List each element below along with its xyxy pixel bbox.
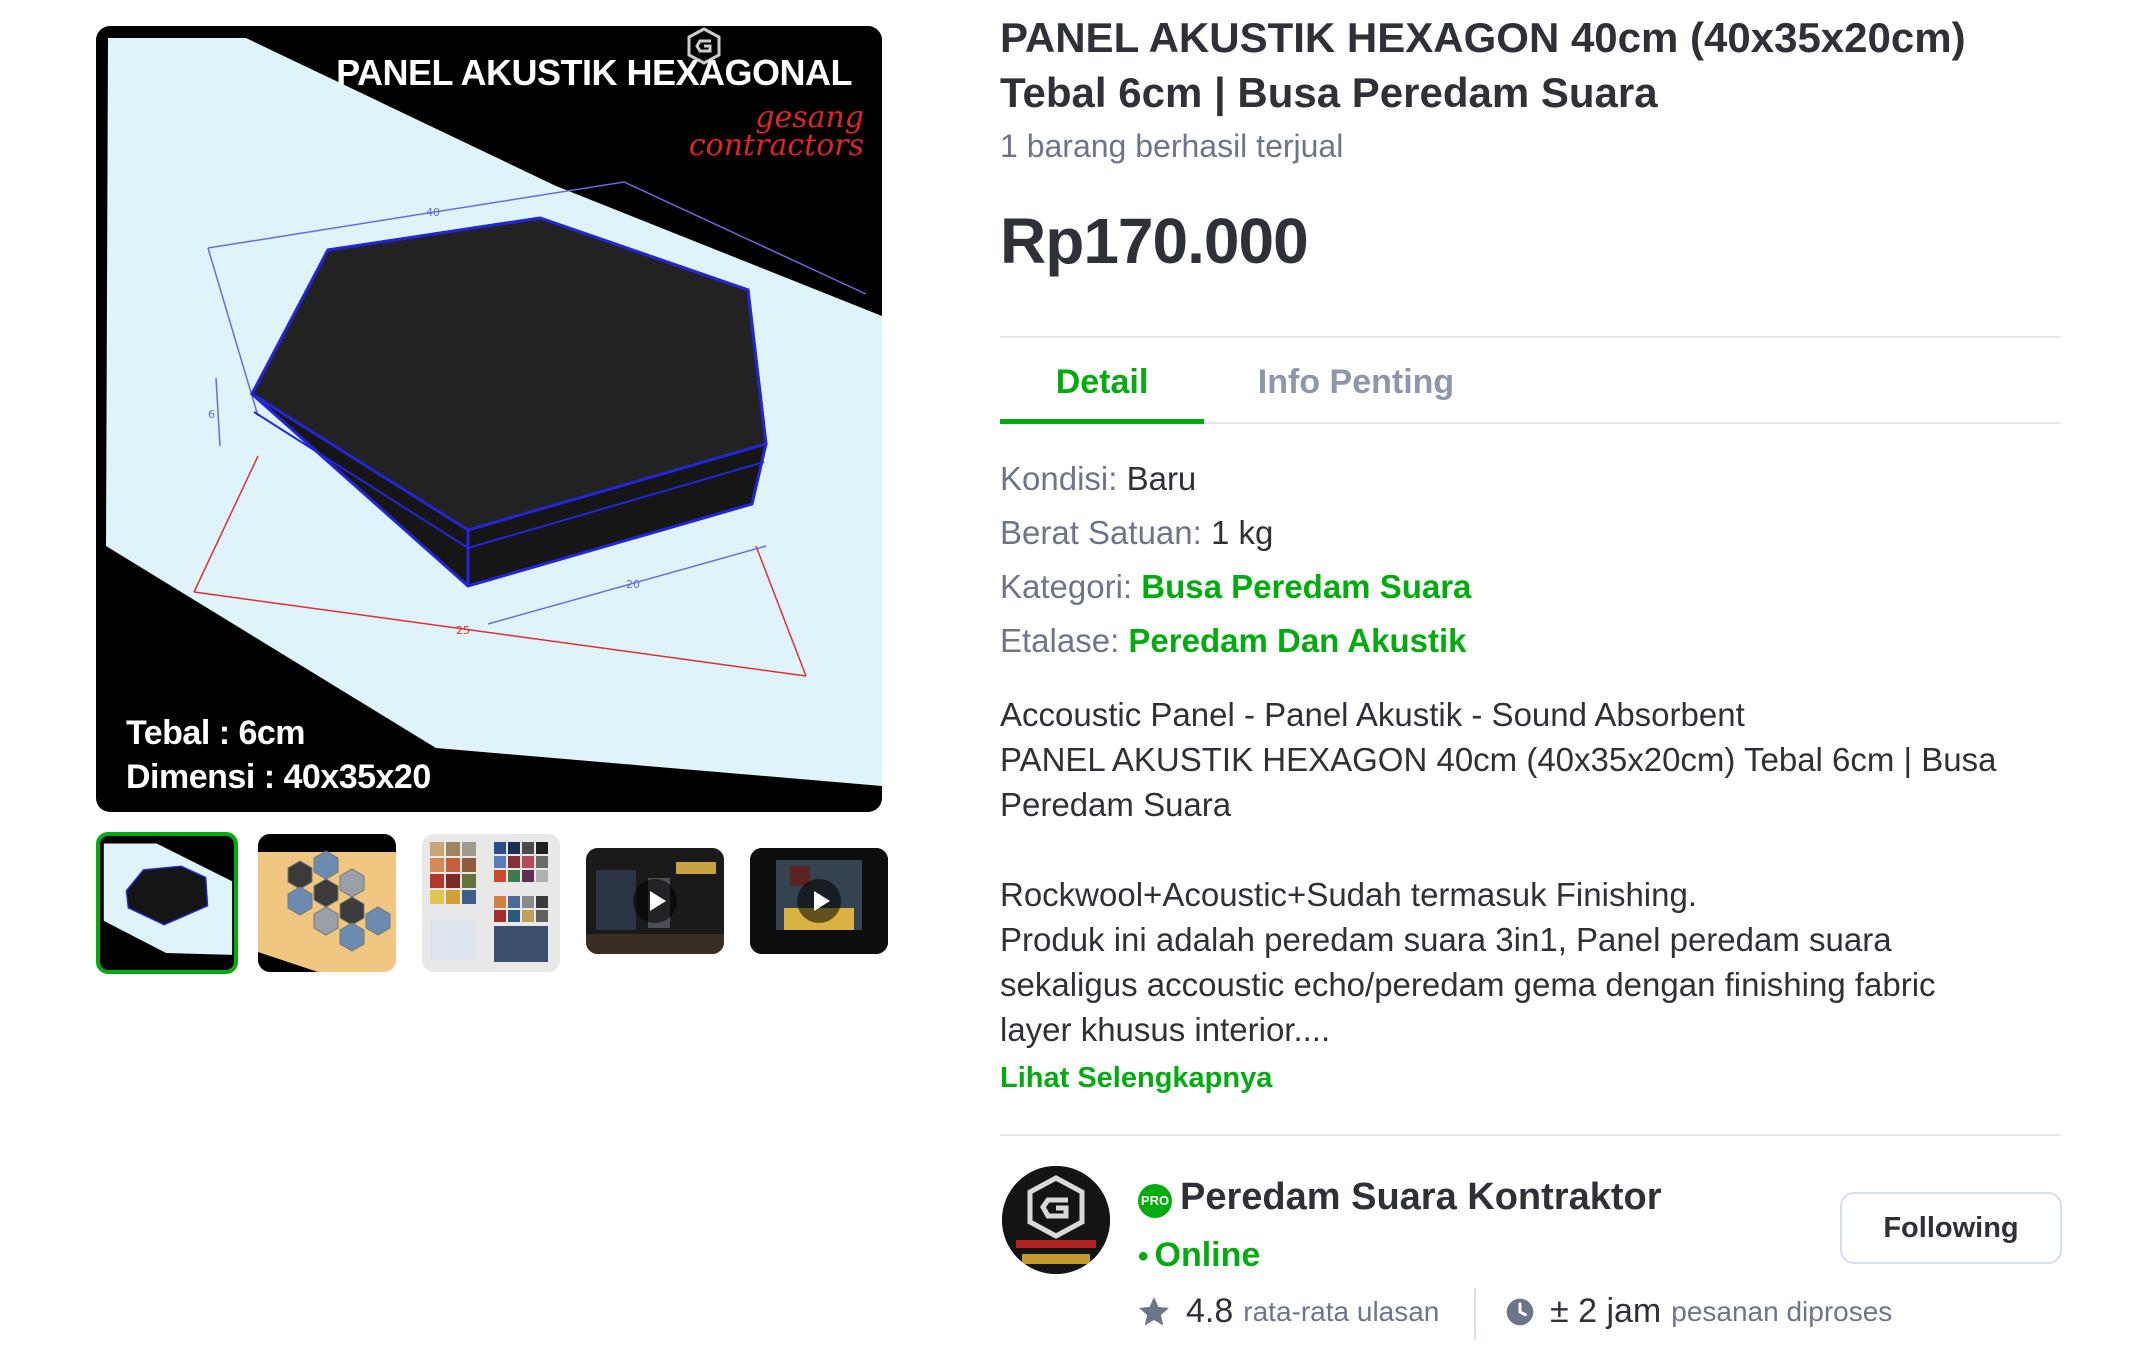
clock-icon xyxy=(1506,1298,1534,1325)
category-link[interactable]: Busa Peredam Suara xyxy=(1141,568,1471,605)
dim-label-thickness: 6 xyxy=(208,408,215,421)
rating-value: 4.8 xyxy=(1186,1292,1234,1330)
spec-weight: Berat Satuan: 1 kg xyxy=(1000,514,1273,552)
hexagon-pattern-thumb-icon xyxy=(258,834,396,972)
sold-count: 1 barang berhasil terjual xyxy=(1000,128,1344,164)
stat-divider xyxy=(1474,1288,1476,1340)
process-time-value: ± 2 jam xyxy=(1550,1292,1662,1330)
thumbnail-3[interactable] xyxy=(422,834,560,972)
product-title: PANEL AKUSTIK HEXAGON 40cm (40x35x20cm) … xyxy=(1000,14,1966,116)
description-line: sekaligus accoustic echo/peredam gema de… xyxy=(1000,966,1936,1003)
description-line: Produk ini adalah peredam suara 3in1, Pa… xyxy=(1000,921,1892,958)
description-line: layer khusus interior.... xyxy=(1000,1011,1331,1048)
online-label: Online xyxy=(1154,1236,1261,1274)
image-title: PANEL AKUSTIK HEXAGONAL xyxy=(336,52,852,93)
pro-badge: PRO xyxy=(1138,1184,1172,1218)
tab-detail[interactable]: Detail xyxy=(1000,336,1204,424)
play-icon xyxy=(797,879,841,923)
tab-info-penting[interactable]: Info Penting xyxy=(1236,336,1476,424)
description-line: Rockwool+Acoustic+Sudah termasuk Finishi… xyxy=(1000,876,1698,913)
spec-showcase: Etalase: Peredam Dan Akustik xyxy=(1000,622,1467,660)
dim-label-top: 40 xyxy=(426,206,440,219)
product-price: Rp170.000 xyxy=(1000,205,1309,277)
image-spec-dimension: Dimensi : 40x35x20 xyxy=(126,758,431,796)
rating-label: rata-rata ulasan xyxy=(1243,1295,1440,1327)
play-icon xyxy=(633,879,677,923)
spec-category-label: Kategori: xyxy=(1000,568,1142,605)
color-swatch-thumb-icon xyxy=(422,834,560,972)
shop-name[interactable]: Peredam Suara Kontraktor xyxy=(1180,1176,1662,1219)
showcase-link[interactable]: Peredam Dan Akustik xyxy=(1128,622,1466,659)
detail-tabs: Detail Info Penting xyxy=(1000,336,2060,424)
spec-weight-value: 1 kg xyxy=(1210,514,1274,551)
image-brand-line2: contractors xyxy=(688,128,864,163)
image-spec-thickness: Tebal : 6cm xyxy=(126,714,306,752)
online-dot: • xyxy=(1138,1240,1149,1273)
shop-status: • Online xyxy=(1138,1236,1260,1275)
dim-label-bottom: 25 xyxy=(456,624,470,637)
thumbnail-2[interactable] xyxy=(258,834,396,972)
description: Accoustic Panel - Panel Akustik - Sound … xyxy=(1000,692,2060,1052)
description-line: PANEL AKUSTIK HEXAGON 40cm (40x35x20cm) … xyxy=(1000,741,1997,778)
divider xyxy=(1000,1134,2060,1136)
spec-weight-label: Berat Satuan: xyxy=(1000,514,1211,551)
shop-avatar[interactable] xyxy=(1002,1166,1110,1274)
hexagon-panel-thumb-icon xyxy=(100,836,234,970)
dim-label-side: 20 xyxy=(626,578,640,591)
following-button[interactable]: Following xyxy=(1840,1192,2062,1264)
shop-rating: 4.8 rata-rata ulasan xyxy=(1136,1292,1439,1331)
see-more-link[interactable]: Lihat Selengkapnya xyxy=(1000,1062,1272,1095)
spec-condition-value: Baru xyxy=(1126,460,1197,497)
shop-process-time: ± 2 jam pesanan diproses xyxy=(1504,1292,1892,1331)
description-line: Peredam Suara xyxy=(1000,786,1232,823)
spec-condition: Kondisi: Baru xyxy=(1000,460,1196,498)
thumbnail-video-2[interactable] xyxy=(750,848,888,954)
star-icon xyxy=(1139,1296,1169,1325)
process-time-label: pesanan diproses xyxy=(1671,1295,1893,1327)
spec-category: Kategori: Busa Peredam Suara xyxy=(1000,568,1471,606)
spec-condition-label: Kondisi: xyxy=(1000,460,1127,497)
image-brand: gesang contractors xyxy=(624,103,864,163)
description-line: Accoustic Panel - Panel Akustik - Sound … xyxy=(1000,696,1745,733)
main-product-image[interactable]: 40 6 20 25 PANEL AKUSTIK HEXAGONAL gesan… xyxy=(96,26,882,812)
spec-showcase-label: Etalase: xyxy=(1000,622,1129,659)
thumbnail-video-1[interactable] xyxy=(586,848,724,954)
thumbnail-1[interactable] xyxy=(96,832,238,974)
shop-logo-icon xyxy=(1002,1166,1110,1274)
